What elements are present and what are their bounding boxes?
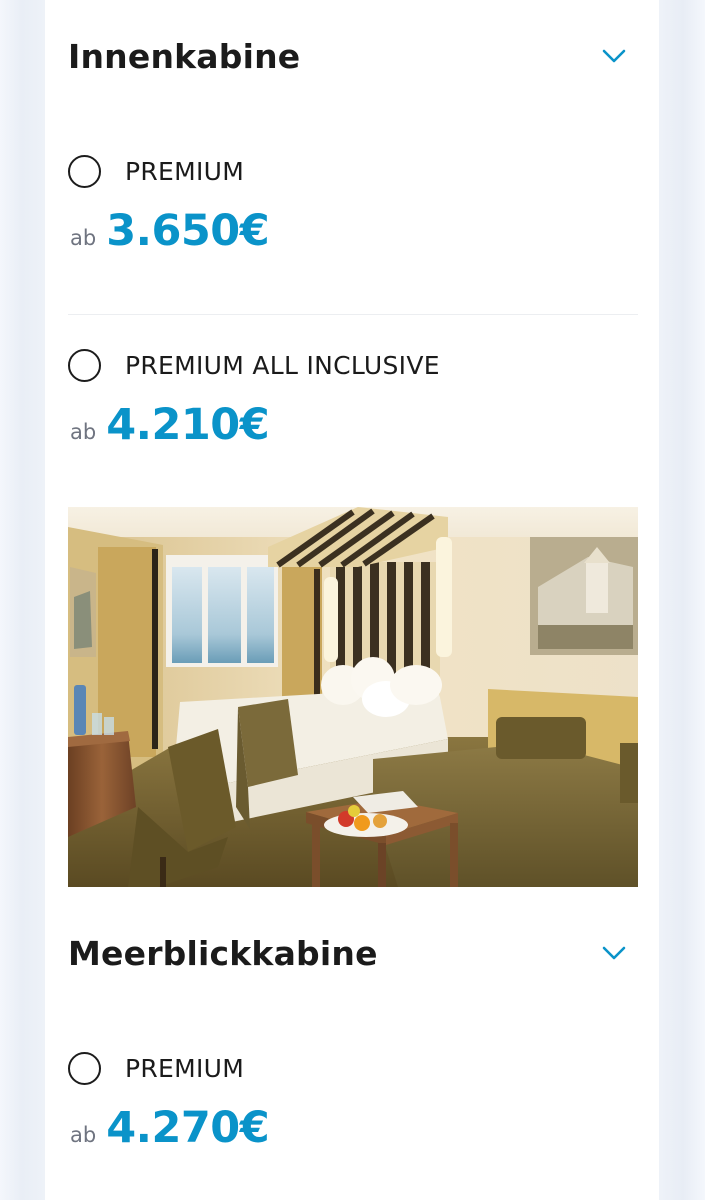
- option-label: PREMIUM ALL INCLUSIVE: [125, 350, 440, 380]
- chevron-down-icon[interactable]: [600, 42, 628, 70]
- price-meerblick-premium: ab 4.270€: [70, 1103, 270, 1159]
- option-meerblick-premium[interactable]: PREMIUM: [68, 1046, 638, 1090]
- chevron-down-icon[interactable]: [600, 939, 628, 967]
- radio-button[interactable]: [68, 1051, 101, 1085]
- cabin-interior-illustration: [68, 507, 638, 887]
- section-header-innenkabine[interactable]: Innenkabine: [68, 26, 638, 86]
- divider: [68, 314, 638, 315]
- section-header-meerblickkabine[interactable]: Meerblickkabine: [68, 923, 638, 983]
- section-title: Meerblickkabine: [68, 933, 378, 973]
- option-innen-premium-all-inclusive[interactable]: PREMIUM ALL INCLUSIVE: [68, 343, 638, 387]
- price-prefix: ab: [70, 420, 97, 444]
- price-value: 4.210€: [106, 400, 270, 450]
- price-innen-premium: ab 3.650€: [70, 206, 270, 262]
- option-label: PREMIUM: [125, 156, 245, 186]
- price-prefix: ab: [70, 1123, 97, 1147]
- cabin-selection-card: Innenkabine PREMIUM ab 3.650€ PREMIUM AL…: [45, 0, 659, 1200]
- price-value: 3.650€: [106, 206, 270, 256]
- radio-button[interactable]: [68, 348, 101, 382]
- price-prefix: ab: [70, 226, 97, 250]
- option-innen-premium[interactable]: PREMIUM: [68, 149, 638, 193]
- radio-button[interactable]: [68, 154, 101, 188]
- price-value: 4.270€: [106, 1103, 270, 1153]
- section-title: Innenkabine: [68, 36, 301, 76]
- cabin-photo: [68, 507, 638, 887]
- price-innen-premium-all-inclusive: ab 4.210€: [70, 400, 270, 456]
- option-label: PREMIUM: [125, 1053, 245, 1083]
